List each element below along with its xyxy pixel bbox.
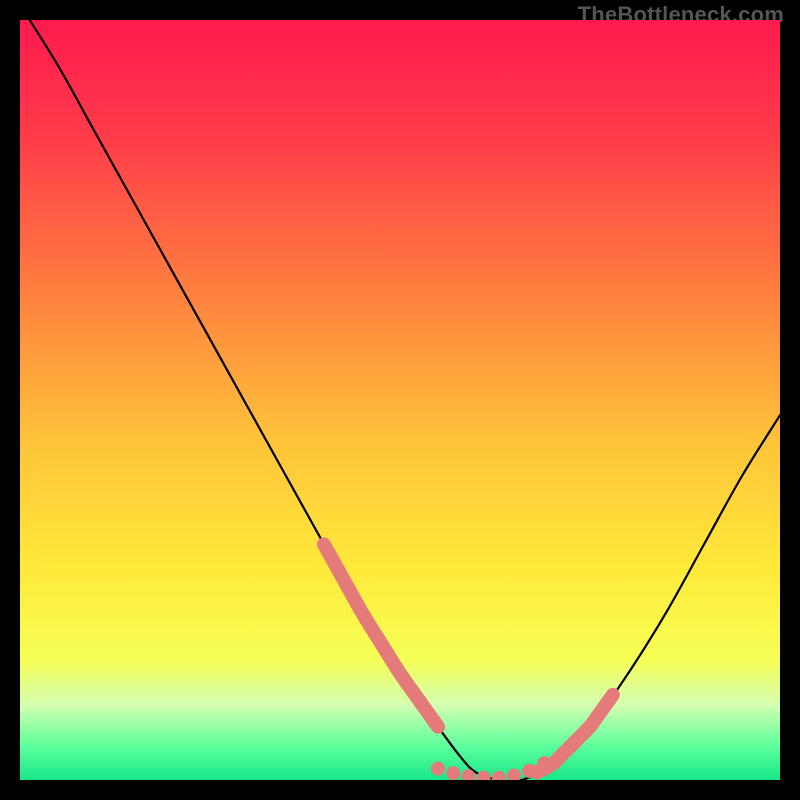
floor-dot — [537, 756, 551, 770]
floor-dot — [522, 764, 536, 778]
chart-svg — [20, 20, 780, 780]
plot-area — [20, 20, 780, 780]
floor-dot — [446, 766, 460, 780]
floor-dot — [431, 762, 445, 776]
chart-stage: TheBottleneck.com — [0, 0, 800, 800]
